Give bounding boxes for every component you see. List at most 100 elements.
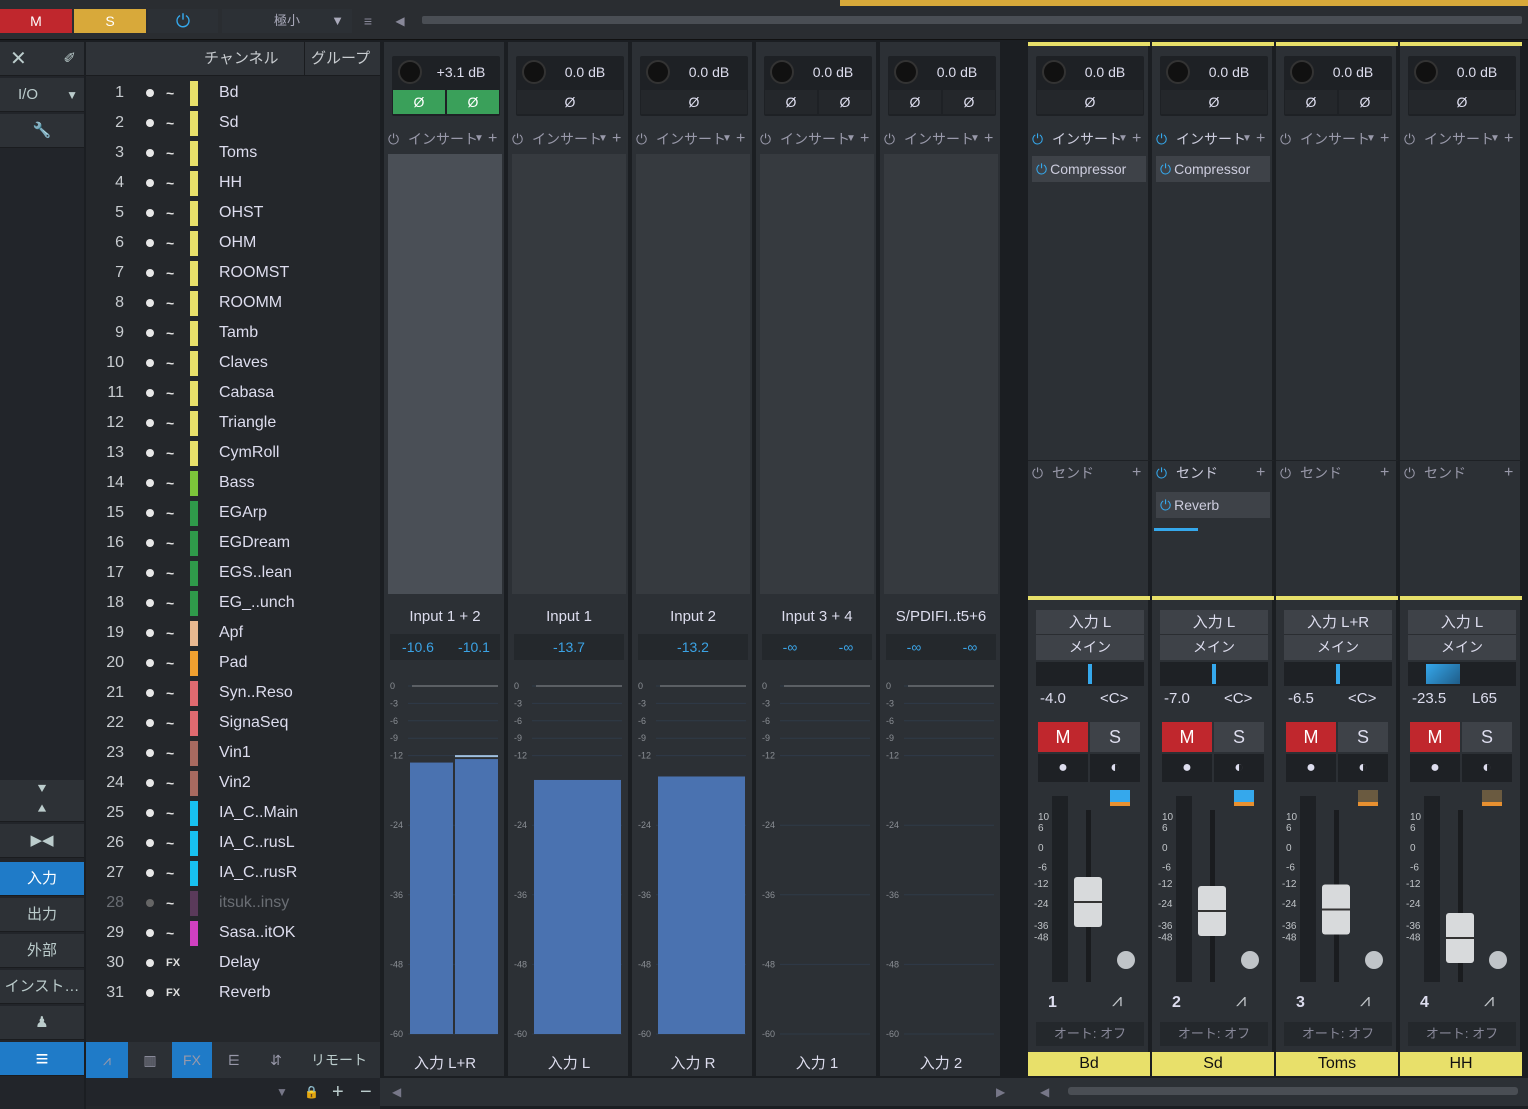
visibility-dot-icon[interactable]	[146, 179, 154, 187]
power-icon[interactable]: ⏻	[512, 128, 523, 150]
channel-name[interactable]: Pad	[219, 648, 247, 678]
send-area[interactable]	[1276, 488, 1398, 596]
monitor-icon[interactable]: ◐	[1090, 754, 1140, 782]
insert-slot-area[interactable]	[760, 154, 874, 594]
channel-row[interactable]: 27 ~ IA_C..rusR	[86, 858, 380, 888]
visibility-dot-icon[interactable]	[146, 719, 154, 727]
gain-knob[interactable]	[646, 60, 670, 84]
mute-button[interactable]: M	[1038, 722, 1088, 752]
add-icon[interactable]: +	[860, 128, 869, 150]
channel-row[interactable]: 23 ~ Vin1	[86, 738, 380, 768]
channel-row[interactable]: 12 ~ Triangle	[86, 408, 380, 438]
power-icon[interactable]: ⏻	[1160, 161, 1171, 177]
channel-row[interactable]: 3 ~ Toms	[86, 138, 380, 168]
visibility-dot-icon[interactable]	[146, 239, 154, 247]
expand-horizontal-icon[interactable]: ▶◀	[0, 824, 84, 858]
nav-instrument[interactable]: インスト…	[0, 970, 84, 1004]
power-icon[interactable]: ⏻	[1404, 461, 1415, 485]
channel-name[interactable]: IA_C..Main	[219, 798, 298, 828]
channel-name[interactable]: Triangle	[219, 408, 276, 438]
chevron-down-icon[interactable]: ▼	[1242, 128, 1252, 150]
power-icon[interactable]: ⏻	[1160, 497, 1171, 513]
io-button[interactable]: I/O ▼	[0, 78, 84, 112]
send-level[interactable]	[1154, 528, 1198, 531]
channel-name[interactable]: EGDream	[219, 528, 290, 558]
channel-row[interactable]: 13 ~ CymRoll	[86, 438, 380, 468]
nav-external[interactable]: 外部	[0, 934, 84, 968]
chevron-down-icon[interactable]: ▼	[1366, 128, 1376, 150]
send-label[interactable]: センド	[1052, 461, 1094, 485]
record-icon[interactable]: ●	[1286, 754, 1336, 782]
peak-value[interactable]: -13.2	[638, 634, 748, 660]
visibility-dot-icon[interactable]	[146, 89, 154, 97]
pin-icon[interactable]: ✐	[63, 42, 76, 76]
waveform-icon[interactable]: ⩘	[1360, 990, 1370, 1011]
gain-knob[interactable]	[398, 60, 422, 84]
phase-invert-button[interactable]: Ø	[889, 90, 941, 114]
power-icon[interactable]: ⏻	[148, 9, 218, 33]
chevron-down-icon[interactable]: ▼	[846, 128, 856, 150]
channel-name[interactable]: Toms	[219, 138, 257, 168]
power-icon[interactable]: ⏻	[1280, 128, 1291, 150]
record-icon[interactable]: ●	[1038, 754, 1088, 782]
chevron-down-icon[interactable]: ▼	[474, 128, 484, 150]
insert-label[interactable]: インサート	[1176, 128, 1246, 150]
list-icon[interactable]: ≡	[0, 1042, 84, 1076]
mute-button[interactable]: M	[1286, 722, 1336, 752]
scroll-left-icon[interactable]: ◀	[392, 1078, 401, 1106]
menu-icon[interactable]: ≡	[356, 9, 380, 33]
visibility-dot-icon[interactable]	[146, 299, 154, 307]
chevron-down-icon[interactable]: ▼	[276, 1078, 288, 1106]
input-route[interactable]: 入力 L	[1036, 610, 1144, 635]
gain-knob[interactable]	[1042, 60, 1066, 84]
add-icon[interactable]: +	[1380, 461, 1389, 485]
insert-label[interactable]: インサート	[656, 128, 726, 150]
peak-value[interactable]: -∞	[950, 634, 990, 660]
automation-mode[interactable]: オート: オフ	[1284, 1022, 1392, 1046]
channel-name[interactable]: Sasa..itOK	[219, 918, 295, 948]
scroll-right-icon[interactable]: ▶	[996, 1078, 1005, 1106]
channel-row[interactable]: 22 ~ SignaSeq	[86, 708, 380, 738]
peak-value[interactable]: -∞	[826, 634, 866, 660]
visibility-dot-icon[interactable]	[146, 929, 154, 937]
add-icon[interactable]: +	[1132, 461, 1141, 485]
mute-button[interactable]: M	[1410, 722, 1460, 752]
add-icon[interactable]: +	[1380, 128, 1389, 150]
channel-row[interactable]: 21 ~ Syn..Reso	[86, 678, 380, 708]
routing-box[interactable]: 入力 L メイン	[1408, 610, 1516, 660]
volume-fader[interactable]: 10 6 0 -6 -12 -24 -36 -48	[1028, 790, 1150, 990]
channel-row[interactable]: 26 ~ IA_C..rusL	[86, 828, 380, 858]
volume-fader[interactable]: 10 6 0 -6 -12 -24 -36 -48	[1276, 790, 1398, 990]
add-icon[interactable]: +	[984, 128, 993, 150]
visibility-dot-icon[interactable]	[146, 779, 154, 787]
phase-invert-button[interactable]: Ø	[1409, 90, 1515, 114]
channel-name[interactable]: Cabasa	[219, 378, 274, 408]
add-icon[interactable]: +	[736, 128, 745, 150]
pan-slider[interactable]	[1408, 662, 1516, 686]
send-plugin[interactable]: ⏻ Reverb	[1156, 492, 1270, 518]
insert-plugin[interactable]: ⏻ Compressor	[1156, 156, 1270, 182]
phase-invert-button[interactable]: Ø	[447, 90, 499, 114]
add-icon[interactable]: +	[612, 128, 621, 150]
add-icon[interactable]: +	[1132, 128, 1141, 150]
routing-box[interactable]: 入力 L メイン	[1160, 610, 1268, 660]
channel-name[interactable]: HH	[219, 168, 242, 198]
visibility-dot-icon[interactable]	[146, 839, 154, 847]
phase-invert-button[interactable]: Ø	[819, 90, 871, 114]
channel-name[interactable]: Bass	[219, 468, 255, 498]
channel-name[interactable]: EG_..unch	[219, 588, 295, 618]
power-icon[interactable]: ⏻	[388, 128, 399, 150]
scroll-left-icon[interactable]: ◀	[390, 9, 410, 33]
input-source-label[interactable]: 入力 R	[632, 1050, 754, 1078]
nav-input[interactable]: 入力	[0, 862, 84, 896]
channel-name[interactable]: Apf	[219, 618, 243, 648]
insert-label[interactable]: インサート	[408, 128, 478, 150]
visibility-dot-icon[interactable]	[146, 569, 154, 577]
channel-row[interactable]: 20 ~ Pad	[86, 648, 380, 678]
input-route[interactable]: 入力 L+R	[1284, 610, 1392, 635]
peak-value[interactable]: -13.7	[514, 634, 624, 660]
gain-knob[interactable]	[1414, 60, 1438, 84]
mute-button[interactable]: M	[1162, 722, 1212, 752]
channel-row[interactable]: 15 ~ EGArp	[86, 498, 380, 528]
remote-button[interactable]: リモート	[298, 1042, 380, 1078]
